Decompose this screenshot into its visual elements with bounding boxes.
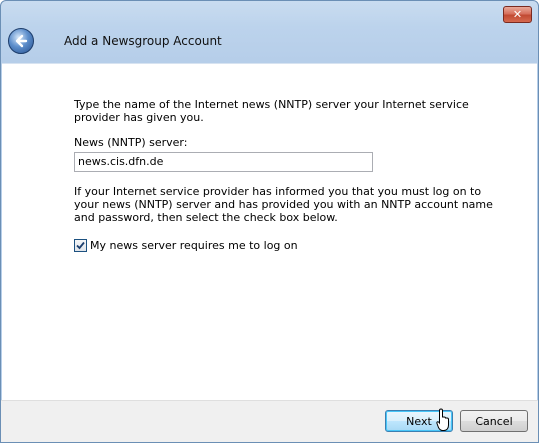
dialog-window: ✕ Add a Newsgroup Account Type the name … [0,0,539,443]
intro-text: Type the name of the Internet news (NNTP… [74,98,469,124]
cancel-button-label: Cancel [475,414,513,428]
close-button[interactable]: ✕ [503,6,532,23]
logon-note-text: If your Internet service provider has in… [74,185,493,224]
server-input[interactable]: news.cis.dfn.de [74,152,373,172]
dialog-title: Add a Newsgroup Account [64,34,222,48]
logon-checkbox-label[interactable]: My news server requires me to log on [90,239,510,252]
logon-checkbox[interactable] [74,239,87,252]
server-label: News (NNTP) server: [74,136,188,149]
back-button[interactable] [8,28,34,54]
next-button-label: Next [406,414,432,428]
checkmark-icon [76,241,85,250]
back-arrow-icon [15,34,28,48]
close-icon: ✕ [512,8,523,21]
mouse-cursor-icon [436,408,449,431]
dialog-footer: Next Cancel [1,400,538,442]
dialog-header: Add a Newsgroup Account [1,23,538,63]
cancel-button[interactable]: Cancel [460,410,528,432]
dialog-content: Type the name of the Internet news (NNTP… [2,63,537,400]
